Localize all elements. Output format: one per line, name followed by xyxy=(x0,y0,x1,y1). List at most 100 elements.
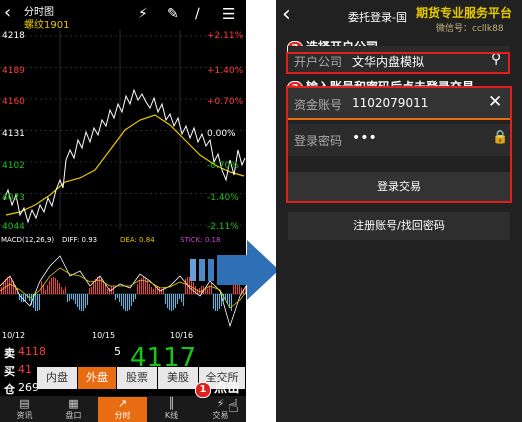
price-label-6: 4044 xyxy=(2,222,25,232)
macd-histogram-bar xyxy=(87,294,88,305)
macd-histogram-bar xyxy=(67,294,68,302)
macd-diff: DIFF: 0.93 xyxy=(62,236,98,244)
nav-tab-kline-label: K线 xyxy=(164,411,179,420)
macd-histogram-bar xyxy=(63,290,64,294)
nav-tab-timeshare-label: 分时 xyxy=(114,411,131,420)
register-link[interactable]: 注册账号/找回密码 xyxy=(288,212,510,240)
macd-histogram-bar xyxy=(129,294,130,310)
credentials-highlight xyxy=(286,86,512,203)
macd-histogram-bar xyxy=(121,294,122,306)
annotation-click-trade: 1 点击 xyxy=(195,377,240,398)
right-arrow-icon xyxy=(190,240,279,300)
macd-histogram-bar xyxy=(39,294,40,310)
market-tab-inner[interactable]: 内盘 xyxy=(37,367,77,389)
left-phone-screen: ‹ 分时图 螺纹1901 ⚡ ✎ ∕ ☰ 4218 4189 4160 4131… xyxy=(0,0,246,422)
macd-histogram-bar xyxy=(73,294,74,300)
pen-icon[interactable]: ✎ xyxy=(167,6,179,22)
price-label-4: 4102 xyxy=(2,161,25,171)
percent-label-1: +1.40% xyxy=(207,66,244,76)
macd-histogram-bar xyxy=(183,294,184,306)
macd-histogram-bar xyxy=(51,278,52,294)
company-field-highlight xyxy=(286,52,510,74)
macd-histogram-bar xyxy=(55,278,56,294)
nav-tab-orderbook-label: 盘口 xyxy=(65,411,82,420)
macd-dea: DEA: 0.84 xyxy=(120,236,155,244)
macd-histogram-bar xyxy=(99,277,100,294)
date-label-1: 10/15 xyxy=(92,331,116,340)
price-label-3: 4131 xyxy=(2,129,25,139)
macd-histogram-bar xyxy=(103,282,104,294)
macd-histogram-bar xyxy=(167,294,168,308)
nav-tab-news[interactable]: ▤ 资讯 xyxy=(0,397,49,422)
macd-title: MACD(12,26,9) xyxy=(1,236,55,244)
macd-histogram-bar xyxy=(81,294,82,311)
macd-histogram-bar xyxy=(119,294,120,302)
macd-histogram-bar xyxy=(49,281,50,294)
percent-label-6: -2.11% xyxy=(207,222,239,232)
market-tab-outer[interactable]: 外盘 xyxy=(78,367,116,389)
macd-histogram-bar xyxy=(79,294,80,310)
macd-histogram-bar xyxy=(57,280,58,294)
hold-label: 仓 xyxy=(4,383,15,396)
nav-tab-news-label: 资讯 xyxy=(16,411,33,420)
symbol-name: 螺纹1901 xyxy=(24,20,70,31)
orderbook-icon: ▦ xyxy=(68,397,79,410)
market-tab-us-stocks[interactable]: 美股 xyxy=(158,367,198,389)
news-icon: ▤ xyxy=(19,397,30,410)
macd-histogram-bar xyxy=(165,294,166,304)
macd-histogram-bar xyxy=(59,283,60,294)
price-label-2: 4160 xyxy=(2,97,25,107)
macd-histogram-bar xyxy=(147,280,148,294)
lightning-icon[interactable]: ⚡ xyxy=(138,6,148,22)
nav-tab-trade-label: 交易 xyxy=(212,411,229,420)
hand-pointer-icon: ☝ xyxy=(228,396,239,417)
percent-label-5: -1.40% xyxy=(207,193,239,203)
nav-tab-orderbook[interactable]: ▦ 盘口 xyxy=(49,397,98,422)
price-label-1: 4189 xyxy=(2,66,25,76)
sell-label: 卖 xyxy=(4,347,15,360)
macd-histogram-bar xyxy=(83,294,84,311)
macd-histogram-bar xyxy=(169,294,170,310)
date-label-0: 10/12 xyxy=(2,331,26,340)
percent-label-4: -0.70% xyxy=(207,161,239,171)
macd-histogram-bar xyxy=(65,287,66,294)
right-phone-screen: ‹ 委托登录-国 期货专业服务平台 微信号：ccllk88 2选择开户公司 开户… xyxy=(276,0,522,422)
macd-histogram-bar xyxy=(181,294,182,302)
draw-lines-icon[interactable]: ∕ xyxy=(195,6,200,22)
macd-histogram-bar xyxy=(107,289,108,294)
buy-label: 买 xyxy=(4,365,15,378)
chevron-left-icon[interactable]: ‹ xyxy=(4,4,11,22)
macd-histogram-bar xyxy=(35,294,36,311)
nav-tab-kline[interactable]: ║ K线 xyxy=(147,397,196,422)
macd-histogram-bar xyxy=(23,294,24,302)
macd-histogram-bar xyxy=(37,294,38,311)
market-tab-stocks[interactable]: 股票 xyxy=(117,367,157,389)
list-icon[interactable]: ☰ xyxy=(222,5,235,23)
macd-histogram-bar xyxy=(69,294,70,301)
annotation-number-1: 1 xyxy=(195,382,211,398)
macd-histogram-bar xyxy=(105,285,106,294)
macd-histogram-bar xyxy=(115,294,116,300)
macd-histogram-bar xyxy=(53,277,54,294)
macd-histogram-bar xyxy=(85,294,86,308)
macd-histogram-bar xyxy=(179,294,180,299)
candlestick-icon: ║ xyxy=(168,397,175,410)
nav-tab-timeshare[interactable]: ↗ 分时 xyxy=(98,397,147,422)
sell-volume: 5 xyxy=(114,345,121,358)
watermark-line-1: 期货专业服务平台 xyxy=(416,6,513,20)
macd-histogram-bar xyxy=(61,287,62,294)
macd-histogram-bar xyxy=(137,284,138,294)
macd-histogram-bar xyxy=(43,285,44,294)
date-label-2: 10/16 xyxy=(170,331,194,340)
chart-header: ‹ 分时图 螺纹1901 ⚡ ✎ ∕ ☰ xyxy=(0,0,246,31)
macd-histogram-bar xyxy=(143,277,144,294)
watermark-line-2: 微信号：ccllk88 xyxy=(436,24,504,34)
line-chart-icon: ↗ xyxy=(117,397,128,410)
hold-value: 269 xyxy=(18,381,39,394)
back-chevron-icon[interactable]: ‹ xyxy=(282,4,291,26)
macd-histogram-bar xyxy=(47,285,48,294)
macd-histogram-bar xyxy=(9,277,10,294)
macd-histogram-bar xyxy=(155,287,156,294)
macd-histogram-bar xyxy=(113,286,114,294)
macd-histogram-bar xyxy=(139,280,140,294)
